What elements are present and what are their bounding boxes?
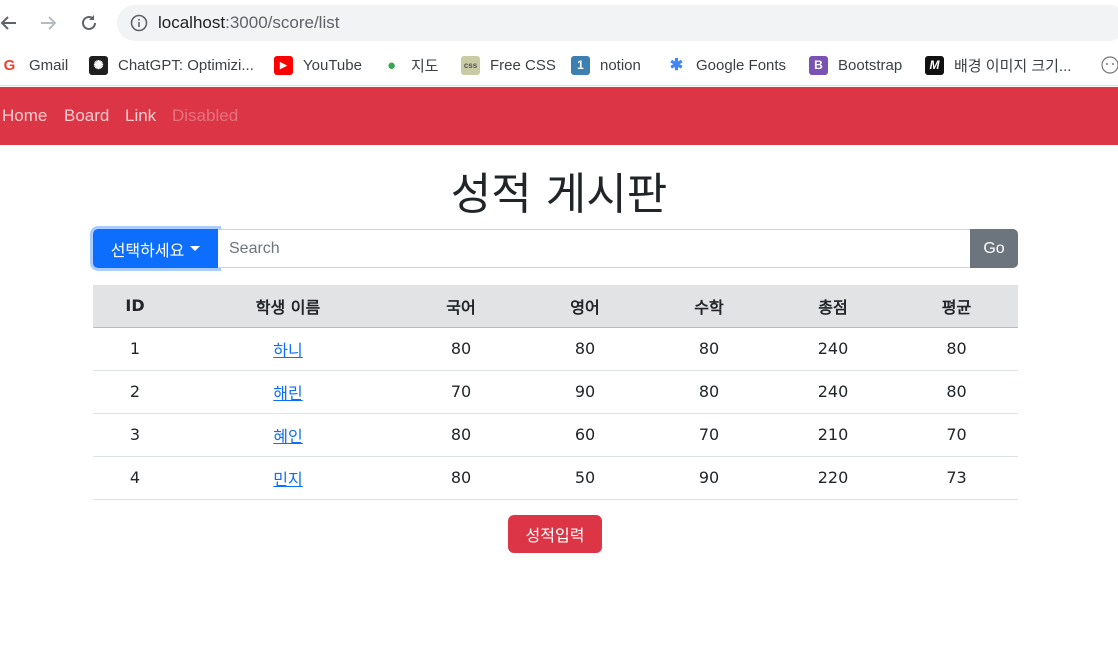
bookmark-label: ChatGPT: Optimizi... [118, 56, 254, 74]
cell-total: 220 [771, 456, 895, 500]
bookmark-label: Google Fonts [696, 56, 787, 74]
student-name-link[interactable]: 민지 [273, 470, 302, 489]
avatar-face-icon [1101, 56, 1118, 74]
search-group: 선택하세요 Go [93, 229, 1018, 268]
cell-average: 73 [895, 456, 1018, 500]
reload-button[interactable] [74, 8, 104, 38]
bookmark-label: Bootstrap [838, 56, 903, 74]
header-average[interactable]: 평균 [895, 285, 1018, 328]
nav-link-home[interactable]: Home [2, 106, 47, 126]
cell-average: 80 [895, 327, 1018, 371]
cell-english: 60 [523, 413, 647, 457]
bookmark-label: 배경 이미지 크기... [954, 57, 1072, 75]
google-fonts-icon: ✱ [667, 55, 686, 75]
browser-toolbar: localhost:3000/score/list [0, 0, 1118, 46]
cell-total: 210 [771, 413, 895, 457]
table-row: 2 해린 70 90 80 240 80 [93, 370, 1018, 414]
bookmark-maps[interactable]: ● 지도 [382, 53, 439, 77]
bookmark-chatgpt[interactable]: ✺ ChatGPT: Optimizi... [89, 53, 254, 77]
header-english[interactable]: 영어 [523, 285, 647, 328]
cell-average: 80 [895, 370, 1018, 414]
bookmark-label: notion [600, 56, 641, 74]
go-button[interactable]: Go [970, 229, 1018, 268]
cell-english: 90 [523, 370, 647, 414]
cell-name: 하니 [177, 327, 399, 371]
cell-name: 해린 [177, 370, 399, 414]
score-input-button[interactable]: 성적입력 [508, 515, 602, 553]
forward-button[interactable] [33, 8, 63, 38]
table-header-row: ID 학생 이름 국어 영어 수학 총점 평균 [93, 285, 1018, 328]
app-navbar: Home Board Link Disabled [0, 87, 1118, 145]
bookmark-label: Free CSS [490, 56, 556, 74]
cell-id: 3 [93, 413, 177, 457]
search-type-dropdown[interactable]: 선택하세요 [93, 229, 218, 268]
header-korean[interactable]: 국어 [399, 285, 523, 328]
freecss-icon: css [461, 55, 480, 75]
cell-english: 50 [523, 456, 647, 500]
student-name-link[interactable]: 하니 [273, 341, 302, 360]
cell-korean: 80 [399, 327, 523, 371]
table-row: 1 하니 80 80 80 240 80 [93, 327, 1018, 371]
cell-math: 90 [647, 456, 771, 500]
bookmarks-bar: G Gmail ✺ ChatGPT: Optimizi... ▶ YouTube… [0, 46, 1118, 86]
url-text: localhost:3000/score/list [158, 13, 340, 32]
nav-link-link[interactable]: Link [125, 106, 156, 126]
gmail-icon: G [0, 55, 19, 75]
caret-down-icon [190, 246, 201, 251]
table-row: 4 민지 80 50 90 220 73 [93, 456, 1018, 500]
bookmark-label: Gmail [29, 56, 69, 74]
address-bar[interactable]: localhost:3000/score/list [117, 5, 1118, 41]
cell-english: 80 [523, 327, 647, 371]
cell-id: 1 [93, 327, 177, 371]
cell-id: 4 [93, 456, 177, 500]
reload-icon [82, 15, 96, 30]
medium-icon: M [925, 55, 944, 75]
cell-total: 240 [771, 370, 895, 414]
bookmark-medium[interactable]: M 배경 이미지 크기... [925, 53, 1071, 77]
bookmark-label: YouTube [303, 56, 362, 74]
dropdown-label: 선택하세요 [110, 240, 185, 260]
header-math[interactable]: 수학 [647, 285, 771, 328]
cell-id: 2 [93, 370, 177, 414]
search-input[interactable] [218, 229, 970, 268]
cell-korean: 80 [399, 413, 523, 457]
chatgpt-icon: ✺ [89, 55, 108, 75]
cell-korean: 80 [399, 456, 523, 500]
bookmark-youtube[interactable]: ▶ YouTube [274, 53, 362, 77]
bookmark-freecss[interactable]: css Free CSS [461, 53, 556, 77]
cell-name: 민지 [177, 456, 399, 500]
cell-math: 80 [647, 327, 771, 371]
page-title: 성적 게시판 [450, 169, 668, 220]
student-name-link[interactable]: 해린 [273, 384, 302, 403]
notion-icon: 1 [571, 55, 590, 75]
header-total[interactable]: 총점 [771, 285, 895, 328]
bootstrap-icon: B [809, 55, 828, 75]
back-button[interactable] [0, 8, 24, 38]
cell-math: 70 [647, 413, 771, 457]
cell-total: 240 [771, 327, 895, 371]
header-id[interactable]: ID [93, 285, 177, 328]
cell-math: 80 [647, 370, 771, 414]
cell-name: 혜인 [177, 413, 399, 457]
table-row: 3 혜인 80 60 70 210 70 [93, 413, 1018, 457]
info-icon[interactable] [130, 14, 148, 32]
nav-link-disabled: Disabled [172, 106, 239, 125]
bookmark-notion[interactable]: 1 notion [571, 53, 641, 77]
bookmark-overflow[interactable] [1100, 53, 1118, 77]
score-table: ID 학생 이름 국어 영어 수학 총점 평균 1 하니 80 80 80 24… [93, 285, 1018, 500]
forward-arrow-icon [41, 16, 57, 30]
cell-korean: 70 [399, 370, 523, 414]
bookmark-bootstrap[interactable]: B Bootstrap [809, 53, 902, 77]
header-name[interactable]: 학생 이름 [177, 285, 399, 328]
student-name-link[interactable]: 혜인 [273, 427, 302, 446]
bookmark-label: 지도 [411, 57, 439, 75]
nav-link-board[interactable]: Board [64, 106, 109, 126]
bookmark-gmail[interactable]: G Gmail [0, 53, 68, 77]
cell-average: 70 [895, 413, 1018, 457]
maps-pin-icon: ● [382, 55, 401, 75]
bookmark-google-fonts[interactable]: ✱ Google Fonts [667, 53, 786, 77]
back-arrow-icon [0, 16, 16, 30]
youtube-icon: ▶ [274, 55, 293, 75]
